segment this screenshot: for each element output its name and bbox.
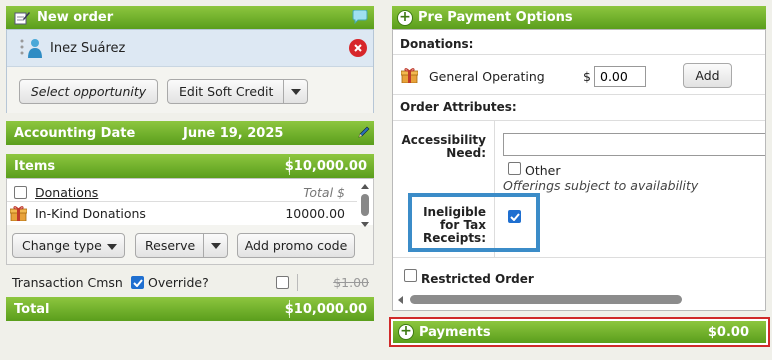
add-promo-code-button[interactable]: Add promo code [237,233,355,258]
donations-column-header[interactable]: Donations [35,185,98,200]
scroll-up-arrow[interactable] [361,184,369,189]
expand-plus-icon[interactable]: + [398,324,414,340]
select-all-checkbox[interactable] [14,186,27,199]
items-table: Donations Total $ In-Kind Donations 1000… [7,179,373,227]
override-label: Override? [148,275,209,290]
prepay-header[interactable]: + Pre Payment Options [392,6,766,29]
items-header-row: Donations Total $ [7,182,357,202]
accounting-date-label: Accounting Date [14,125,136,141]
change-type-button[interactable]: Change type [12,233,125,258]
override-checkbox[interactable] [131,276,144,289]
transaction-amount: $1.00 [333,275,369,290]
donations-section-label: Donations: [400,37,474,51]
restricted-divider [393,257,765,258]
gift-icon [9,206,28,222]
select-opportunity-button[interactable]: Select opportunity [19,79,158,104]
select-opportunity-label: Select opportunity [30,84,147,99]
add-donation-button[interactable]: Add [683,63,732,88]
chat-bubble-icon[interactable] [352,9,368,28]
item-amount: 10000.00 [285,206,345,221]
accessibility-input[interactable] [503,133,765,156]
prepay-panel: Donations: General Operating $ Add Order… [392,29,766,311]
scroll-thumb[interactable] [361,194,369,216]
reserve-button[interactable]: Reserve [135,233,228,258]
restricted-label: Restricted Order [421,272,534,286]
transaction-row: Transaction Cmsn Override? $1.00 [6,272,374,292]
transaction-checkbox[interactable] [276,276,289,289]
ineligible-label: Ineligible for Tax Receipts: [422,205,486,245]
scroll-down-arrow[interactable] [361,222,369,227]
edit-soft-credit-button[interactable]: Edit Soft Credit [167,79,308,104]
items-panel: Donations Total $ In-Kind Donations 1000… [6,178,374,265]
total-label: Total [14,301,50,317]
person-icon [28,38,42,58]
table-row[interactable]: In-Kind Donations 10000.00 [7,203,357,223]
payments-title: Payments [419,324,491,340]
reserve-label: Reserve [145,238,196,253]
remove-customer-icon[interactable] [349,39,367,57]
other-label: Other [525,163,561,178]
customer-name[interactable]: Inez Suárez [50,41,125,56]
add-promo-code-label: Add promo code [244,238,348,253]
payments-amount: $0.00 [707,324,749,340]
accounting-date-bar: Accounting Date June 19, 2025 [6,121,374,145]
items-title: Items [14,158,56,174]
restricted-checkbox[interactable] [404,269,417,282]
accessibility-label: Accessibility Need: [401,133,486,160]
chevron-down-icon [107,244,117,250]
attributes-divider [393,120,765,121]
total-bar: Total $10,000.00 [6,297,374,321]
expand-plus-icon[interactable]: + [397,9,413,26]
chevron-down-icon [210,242,221,249]
payments-bar[interactable]: + Payments $0.00 [393,321,766,343]
currency-symbol: $ [583,69,591,84]
transaction-divider [297,274,298,291]
customer-actions: Select opportunity Edit Soft Credit [7,67,373,113]
items-total: $10,000.00 [284,158,367,174]
customer-row: Inez Suárez [7,30,373,67]
transaction-label: Transaction Cmsn [12,275,123,290]
fund-name: General Operating [429,69,545,84]
reserve-dropdown[interactable] [203,234,227,257]
scroll-thumb[interactable] [410,295,682,304]
donation-divider [393,54,765,55]
donation-amount-input[interactable] [594,66,646,87]
edit-soft-credit-dropdown[interactable] [283,80,307,103]
horizontal-scrollbar[interactable] [393,292,765,308]
customer-panel: Inez Suárez Select opportunity Edit Soft… [6,29,374,113]
attributes-divider-top [393,94,765,95]
accounting-date-value: June 19, 2025 [183,125,284,141]
order-attributes-label: Order Attributes: [400,100,517,114]
items-scrollbar[interactable] [359,182,371,227]
offerings-note: Offerings subject to availability [503,178,699,193]
change-type-label: Change type [22,238,102,253]
gift-icon [400,68,419,86]
item-name: In-Kind Donations [35,206,146,221]
edit-date-icon[interactable] [357,125,371,143]
add-label: Add [695,68,720,83]
new-order-header: New order [6,6,374,29]
items-header: Items $10,000.00 [6,154,374,178]
drag-handle-icon[interactable] [19,38,25,58]
chevron-down-icon [290,88,301,95]
edit-soft-credit-label: Edit Soft Credit [179,84,274,99]
total-column-header: Total $ [303,185,345,200]
ineligible-checkbox[interactable] [508,210,521,223]
total-amount: $10,000.00 [284,301,367,317]
other-checkbox[interactable] [508,162,521,175]
prepay-title: Pre Payment Options [418,10,573,25]
new-order-title: New order [37,10,114,25]
scroll-left-arrow[interactable] [398,296,403,304]
edit-order-icon [14,11,30,25]
